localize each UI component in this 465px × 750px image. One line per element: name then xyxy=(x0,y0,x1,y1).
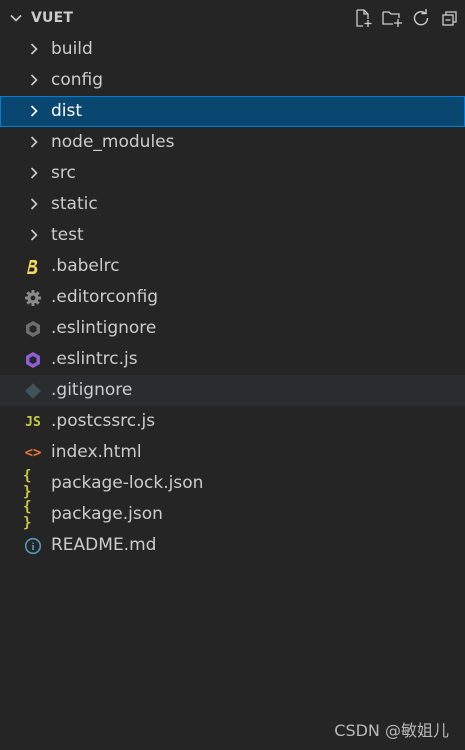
tree-file-babelrc[interactable]: .babelrc xyxy=(0,251,465,282)
tree-file-package-json[interactable]: { } package.json xyxy=(0,499,465,531)
tree-file-editorconfig[interactable]: .editorconfig xyxy=(0,282,465,313)
tree-item-label: index.html xyxy=(51,442,142,462)
tree-item-label: README.md xyxy=(51,535,157,555)
refresh-icon[interactable] xyxy=(410,7,432,29)
chevron-right-icon[interactable] xyxy=(26,72,42,88)
tree-item-label: build xyxy=(51,39,93,59)
tree-item-label: .postcssrc.js xyxy=(51,411,156,431)
tree-item-label: package.json xyxy=(51,504,163,524)
tree-item-label: .editorconfig xyxy=(51,287,159,307)
new-folder-icon[interactable] xyxy=(381,7,403,29)
tree-file-readme[interactable]: i README.md xyxy=(0,530,465,561)
tree-item-label: .eslintignore xyxy=(51,318,157,338)
tree-folder-dist[interactable]: dist xyxy=(0,96,465,127)
tree-item-label: .eslintrc.js xyxy=(51,349,138,369)
watermark-text: CSDN @敏姐儿 xyxy=(334,721,449,740)
tree-item-label: src xyxy=(51,163,76,183)
tree-folder-test[interactable]: test xyxy=(0,220,465,251)
info-icon: i xyxy=(23,536,43,556)
tree-folder-src[interactable]: src xyxy=(0,158,465,189)
html-icon: <> xyxy=(24,445,42,461)
babel-icon xyxy=(23,257,43,277)
tree-folder-node-modules[interactable]: node_modules xyxy=(0,127,465,158)
tree-folder-config[interactable]: config xyxy=(0,65,465,96)
chevron-right-icon[interactable] xyxy=(26,134,42,150)
tree-file-gitignore[interactable]: .gitignore xyxy=(0,375,465,406)
tree-item-label: .gitignore xyxy=(51,380,133,400)
js-icon: JS xyxy=(25,414,41,430)
gear-icon xyxy=(23,288,43,308)
explorer-header[interactable]: VUET xyxy=(0,0,465,36)
chevron-right-icon[interactable] xyxy=(26,41,42,57)
tree-item-label: package-lock.json xyxy=(51,473,204,493)
new-file-icon[interactable] xyxy=(352,7,374,29)
chevron-right-icon[interactable] xyxy=(26,103,42,119)
tree-file-eslintrc[interactable]: .eslintrc.js xyxy=(0,344,465,375)
tree-item-label: dist xyxy=(51,101,83,121)
chevron-right-icon[interactable] xyxy=(26,227,42,243)
chevron-right-icon[interactable] xyxy=(26,196,42,212)
file-tree: build config dist node_modules src stati… xyxy=(0,34,465,561)
json-icon: { } xyxy=(23,499,32,531)
tree-item-label: .babelrc xyxy=(51,256,120,276)
eslint-icon xyxy=(23,350,43,370)
tree-item-label: node_modules xyxy=(51,132,175,152)
explorer-actions xyxy=(352,7,461,29)
explorer-title: VUET xyxy=(31,10,74,26)
tree-item-label: config xyxy=(51,70,104,90)
tree-file-index-html[interactable]: <> index.html xyxy=(0,437,465,468)
json-icon: { } xyxy=(23,468,32,500)
tree-file-eslintignore[interactable]: .eslintignore xyxy=(0,313,465,344)
tree-file-postcssrc[interactable]: JS .postcssrc.js xyxy=(0,406,465,437)
tree-folder-build[interactable]: build xyxy=(0,34,465,65)
svg-text:i: i xyxy=(31,541,34,553)
tree-folder-static[interactable]: static xyxy=(0,189,465,220)
git-icon xyxy=(23,381,43,401)
collapse-all-icon[interactable] xyxy=(439,7,461,29)
chevron-right-icon[interactable] xyxy=(26,165,42,181)
tree-file-package-lock-json[interactable]: { } package-lock.json xyxy=(0,468,465,500)
eslint-icon xyxy=(23,319,43,339)
tree-item-label: static xyxy=(51,194,98,214)
chevron-down-icon[interactable] xyxy=(8,10,24,26)
tree-item-label: test xyxy=(51,225,84,245)
